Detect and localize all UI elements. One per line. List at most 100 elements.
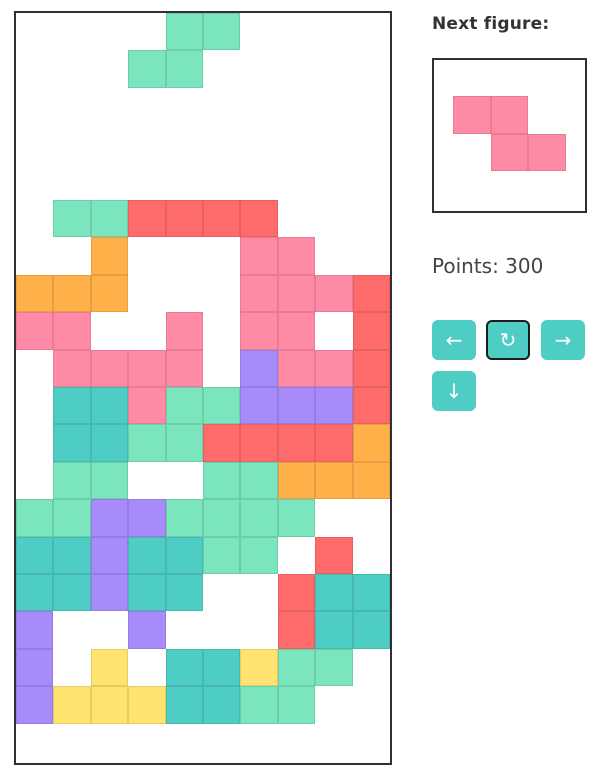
- board-block: [16, 648, 54, 687]
- board-block: [165, 200, 203, 238]
- board-block: [240, 237, 278, 275]
- preview-block: [490, 133, 528, 171]
- board-block: [165, 686, 203, 724]
- board-block: [240, 648, 278, 687]
- board-block: [53, 200, 91, 238]
- board-block: [16, 499, 54, 537]
- board-block: [16, 312, 54, 350]
- drop-down-button[interactable]: ↓: [432, 371, 476, 411]
- board-block: [240, 499, 278, 537]
- board-block: [277, 274, 316, 313]
- board-block: [277, 499, 316, 537]
- board-block: [53, 574, 91, 612]
- board-block: [53, 312, 91, 350]
- board-block: [90, 648, 129, 687]
- board-block: [165, 13, 203, 51]
- board-grid: [16, 13, 390, 763]
- board-block: [90, 237, 129, 275]
- board-block: [90, 387, 129, 425]
- preview-block: [453, 96, 491, 134]
- board-block: [277, 648, 316, 687]
- board-block: [16, 686, 54, 724]
- board-block: [203, 13, 241, 51]
- board-block: [240, 274, 278, 313]
- board-block: [277, 424, 316, 462]
- board-block: [165, 536, 203, 574]
- board-block: [352, 574, 390, 612]
- board-block: [128, 349, 166, 387]
- board-block: [277, 312, 316, 350]
- board-block: [240, 536, 278, 574]
- next-figure-preview: [432, 58, 587, 213]
- board-block: [240, 461, 278, 500]
- board-block: [240, 200, 278, 238]
- board-block: [203, 424, 241, 462]
- board-block: [240, 686, 278, 724]
- board-block: [203, 648, 241, 687]
- board-block: [277, 574, 316, 612]
- preview-block: [490, 96, 528, 134]
- board-block: [352, 387, 390, 425]
- board-block: [90, 499, 129, 537]
- board-block: [128, 50, 166, 88]
- board-block: [352, 274, 390, 313]
- board-block: [165, 499, 203, 537]
- board-block: [16, 611, 54, 649]
- board-block: [165, 312, 203, 350]
- board-block: [90, 424, 129, 462]
- board-block: [165, 424, 203, 462]
- board-block: [53, 686, 91, 724]
- board-block: [128, 424, 166, 462]
- board-block: [128, 200, 166, 238]
- board-block: [90, 536, 129, 574]
- board-block: [90, 574, 129, 612]
- board-block: [128, 499, 166, 537]
- board-block: [165, 574, 203, 612]
- board-block: [277, 686, 316, 724]
- move-right-button[interactable]: →: [541, 320, 585, 360]
- board-block: [128, 536, 166, 574]
- board-block: [203, 536, 241, 574]
- board-block: [165, 387, 203, 425]
- board-block: [315, 648, 353, 687]
- board-block: [165, 648, 203, 687]
- board-block: [352, 424, 390, 462]
- board-block: [165, 349, 203, 387]
- board-block: [53, 536, 91, 574]
- board-block: [352, 461, 390, 500]
- board-block: [352, 611, 390, 649]
- board-block: [90, 200, 129, 238]
- board-block: [16, 274, 54, 313]
- board-block: [315, 424, 353, 462]
- board-block: [53, 461, 91, 500]
- board-block: [315, 536, 353, 574]
- rotate-button[interactable]: ↻: [486, 320, 530, 360]
- board-block: [203, 387, 241, 425]
- board-block: [53, 424, 91, 462]
- board-block: [315, 387, 353, 425]
- board-block: [315, 349, 353, 387]
- board-block: [240, 387, 278, 425]
- preview-block: [528, 133, 566, 171]
- board-block: [203, 200, 241, 238]
- board-block: [277, 387, 316, 425]
- board-block: [315, 461, 353, 500]
- board-block: [128, 574, 166, 612]
- board-block: [128, 686, 166, 724]
- board-block: [240, 349, 278, 387]
- board-block: [165, 50, 203, 88]
- board-block: [277, 461, 316, 500]
- board-block: [203, 461, 241, 500]
- board-block: [90, 349, 129, 387]
- board-block: [203, 686, 241, 724]
- board-block: [315, 611, 353, 649]
- board-block: [277, 237, 316, 275]
- board-block: [352, 349, 390, 387]
- board-block: [315, 274, 353, 313]
- board-block: [16, 574, 54, 612]
- board-block: [53, 349, 91, 387]
- move-left-button[interactable]: ←: [432, 320, 476, 360]
- game-board: [14, 11, 392, 765]
- board-block: [90, 686, 129, 724]
- board-block: [128, 387, 166, 425]
